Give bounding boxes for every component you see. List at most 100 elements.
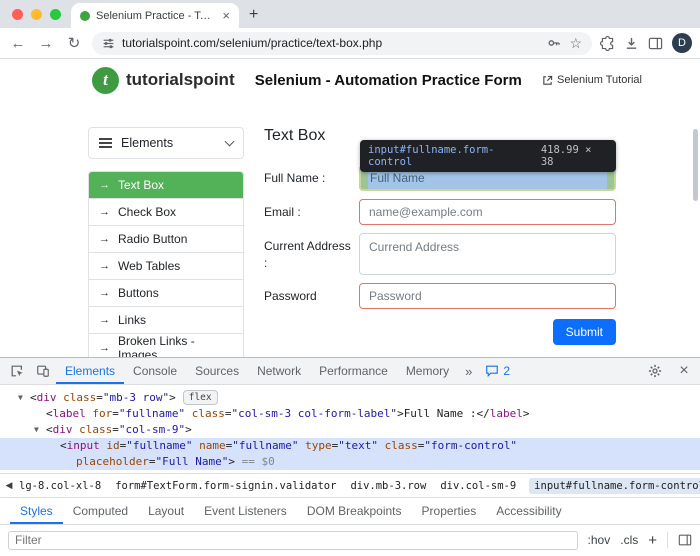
styles-filter-bar: :hov .cls + bbox=[0, 524, 700, 555]
breadcrumb-item[interactable]: div.col-sm-9 bbox=[439, 478, 517, 494]
submit-row: Submit bbox=[264, 319, 616, 345]
styles-tab-event-listeners[interactable]: Event Listeners bbox=[194, 498, 297, 524]
reload-icon[interactable]: ↻ bbox=[64, 36, 84, 51]
site-header: t tutorialspoint Selenium - Automation P… bbox=[0, 59, 700, 101]
sidebar-item-links[interactable]: →Links bbox=[89, 307, 243, 334]
back-icon[interactable]: ← bbox=[8, 36, 28, 51]
breadcrumb-item[interactable]: div.mb-3.row bbox=[349, 478, 427, 494]
issues-counter[interactable]: 2 bbox=[479, 358, 516, 384]
devtools-tabbar: ElementsConsoleSourcesNetworkPerformance… bbox=[0, 358, 700, 385]
sidebar-item-label: Buttons bbox=[118, 286, 159, 300]
field-label: Full Name : bbox=[264, 165, 359, 191]
close-window-button[interactable] bbox=[12, 9, 23, 20]
tab-strip: Selenium Practice - Text Box × + bbox=[0, 0, 700, 28]
form-row: Email : bbox=[264, 199, 616, 225]
field-label: Current Address : bbox=[264, 233, 359, 275]
arrow-icon: → bbox=[99, 314, 110, 326]
filter-input[interactable] bbox=[8, 531, 578, 550]
styles-tab-accessibility[interactable]: Accessibility bbox=[486, 498, 571, 524]
code-line[interactable]: placeholder="Full Name"> == $0 bbox=[0, 454, 700, 470]
devtools-actions: × bbox=[642, 358, 696, 384]
page-scrollbar[interactable] bbox=[693, 129, 698, 201]
submit-button[interactable]: Submit bbox=[553, 319, 616, 345]
minimize-window-button[interactable] bbox=[31, 9, 42, 20]
breadcrumb-item[interactable]: lg-8.col-xl-8 bbox=[18, 478, 102, 494]
sidebar-header[interactable]: Elements bbox=[88, 127, 244, 159]
breadcrumb-item[interactable]: form#TextForm.form-signin.validator bbox=[114, 478, 337, 494]
site-logo[interactable]: t tutorialspoint bbox=[92, 67, 235, 94]
crumb-scroll-left-icon[interactable]: ◀ bbox=[0, 480, 18, 491]
devtools-tab-memory[interactable]: Memory bbox=[397, 358, 458, 384]
bookmark-star-icon[interactable]: ☆ bbox=[569, 36, 582, 50]
devtools-tab-network[interactable]: Network bbox=[248, 358, 310, 384]
more-tabs-icon[interactable]: » bbox=[458, 358, 479, 384]
arrow-icon: → bbox=[99, 206, 110, 218]
form-row: Current Address : bbox=[264, 233, 616, 275]
profile-avatar[interactable]: D bbox=[672, 33, 692, 53]
email-input[interactable] bbox=[359, 199, 616, 225]
settings-gear-icon[interactable] bbox=[642, 364, 668, 378]
arrow-icon: → bbox=[99, 342, 110, 354]
toolbar-actions: D bbox=[600, 33, 692, 53]
breadcrumb: ◀ lg-8.col-xl-8 form#TextForm.form-signin… bbox=[0, 473, 700, 497]
sidebar-item-radio-button[interactable]: →Radio Button bbox=[89, 226, 243, 253]
devtools-tab-sources[interactable]: Sources bbox=[186, 358, 248, 384]
code-line[interactable]: <label for="fullname" class="col-sm-3 co… bbox=[0, 406, 700, 422]
practice-form: Full Name :Email :Current Address :Passw… bbox=[264, 165, 616, 309]
sidebar-item-web-tables[interactable]: →Web Tables bbox=[89, 253, 243, 280]
styles-tab-styles[interactable]: Styles bbox=[10, 498, 63, 524]
browser-toolbar: ← → ↻ tutorialspoint.com/selenium/practi… bbox=[0, 28, 700, 59]
new-style-rule-button[interactable]: + bbox=[648, 532, 657, 549]
breadcrumb-item[interactable]: input#fullname.form-control bbox=[529, 478, 700, 494]
download-icon[interactable] bbox=[624, 36, 639, 51]
selenium-tutorial-label: Selenium Tutorial bbox=[557, 74, 642, 86]
code-line[interactable]: ▼<div class="mb-3 row">flex bbox=[0, 390, 700, 406]
code-line[interactable]: <input id="fullname" name="fullname" typ… bbox=[0, 438, 700, 454]
code-line[interactable]: ▼<div class="col-sm-9"> bbox=[0, 422, 700, 438]
tooltip-selector: input#fullname.form-control bbox=[368, 144, 533, 168]
hover-toggle[interactable]: :hov bbox=[588, 533, 611, 547]
devtools-tab-performance[interactable]: Performance bbox=[310, 358, 397, 384]
styles-tab-computed[interactable]: Computed bbox=[63, 498, 138, 524]
url-text[interactable]: tutorialspoint.com/selenium/practice/tex… bbox=[122, 36, 540, 50]
inspect-element-icon[interactable] bbox=[4, 358, 30, 384]
page-title: Selenium - Automation Practice Form bbox=[235, 72, 542, 89]
twisty-icon[interactable]: ▼ bbox=[34, 422, 46, 438]
extensions-icon[interactable] bbox=[600, 36, 615, 51]
inspect-tooltip: input#fullname.form-control 418.99 × 38 bbox=[360, 140, 616, 172]
new-tab-button[interactable]: + bbox=[249, 7, 258, 23]
issues-count: 2 bbox=[503, 364, 510, 378]
forward-icon[interactable]: → bbox=[36, 36, 56, 51]
flex-badge[interactable]: flex bbox=[183, 390, 218, 405]
device-toolbar-icon[interactable] bbox=[30, 358, 56, 384]
arrow-icon: → bbox=[99, 179, 110, 191]
dock-panel-icon[interactable] bbox=[678, 533, 692, 547]
address-textarea[interactable] bbox=[359, 233, 616, 275]
sidebar-item-broken-links-images[interactable]: →Broken Links - Images bbox=[89, 334, 243, 357]
logo-icon: t bbox=[92, 67, 119, 94]
tab-close-icon[interactable]: × bbox=[222, 9, 230, 22]
zoom-window-button[interactable] bbox=[50, 9, 61, 20]
browser-tab[interactable]: Selenium Practice - Text Box × bbox=[71, 3, 239, 28]
styles-tab-properties[interactable]: Properties bbox=[412, 498, 487, 524]
sidebar-item-text-box[interactable]: →Text Box bbox=[89, 172, 243, 199]
side-panel-icon[interactable] bbox=[648, 36, 663, 51]
address-bar[interactable]: tutorialspoint.com/selenium/practice/tex… bbox=[92, 32, 592, 55]
password-input[interactable] bbox=[359, 283, 616, 309]
twisty-icon[interactable]: ▼ bbox=[18, 390, 30, 406]
dom-tree: ▼<div class="mb-3 row">flex<label for="f… bbox=[0, 385, 700, 473]
sidebar-item-buttons[interactable]: →Buttons bbox=[89, 280, 243, 307]
page-viewport: t tutorialspoint Selenium - Automation P… bbox=[0, 59, 700, 357]
styles-tab-layout[interactable]: Layout bbox=[138, 498, 194, 524]
devtools-tab-console[interactable]: Console bbox=[124, 358, 186, 384]
devtools-tab-elements[interactable]: Elements bbox=[56, 358, 124, 384]
tune-icon[interactable] bbox=[102, 37, 115, 50]
key-icon[interactable] bbox=[547, 36, 561, 50]
selenium-tutorial-link[interactable]: Selenium Tutorial bbox=[542, 74, 642, 86]
class-toggle[interactable]: .cls bbox=[620, 533, 638, 547]
close-devtools-icon[interactable]: × bbox=[672, 362, 696, 380]
styles-tab-dom-breakpoints[interactable]: DOM Breakpoints bbox=[297, 498, 412, 524]
logo-text: tutorialspoint bbox=[126, 70, 235, 90]
sidebar-item-check-box[interactable]: →Check Box bbox=[89, 199, 243, 226]
tab-favicon bbox=[80, 11, 90, 21]
